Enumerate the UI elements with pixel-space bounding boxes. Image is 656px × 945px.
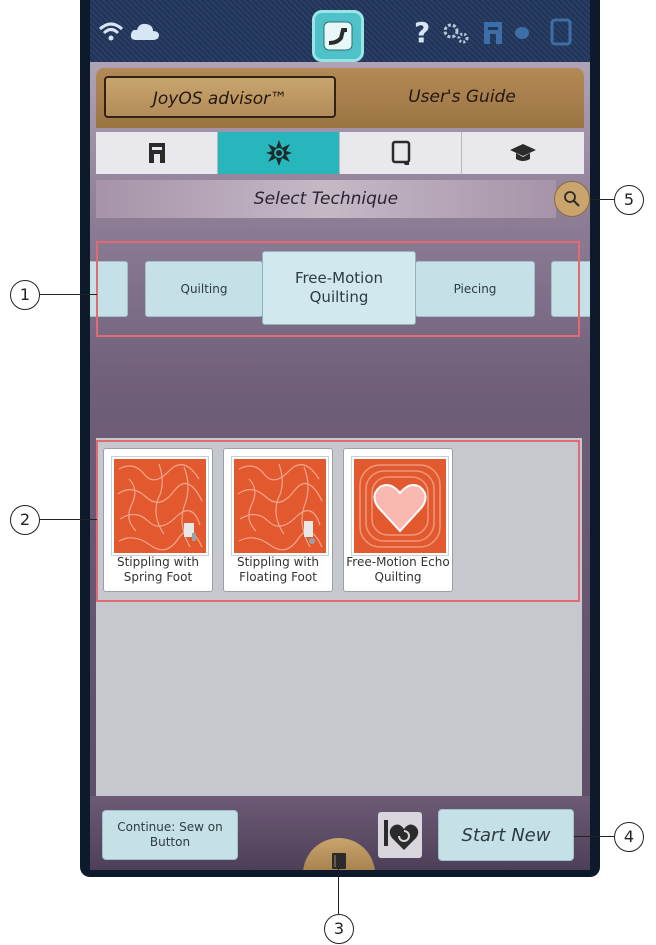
wifi-icon [98,22,124,41]
graduation-cap-icon [510,144,536,161]
home-button[interactable] [312,10,364,62]
callout-2: 2 [10,505,40,535]
favorites-button[interactable] [378,812,422,858]
page-title: Select Technique [96,180,556,218]
book-icon [332,853,346,869]
callout-4-leader [574,836,614,837]
home-icon [323,21,353,51]
project-icon [391,140,410,165]
thread-icon[interactable] [514,26,530,40]
machine-icon[interactable] [482,20,504,46]
callout-2-leader [39,519,97,520]
callout-1-leader [39,294,97,295]
tablet-icon[interactable] [550,18,572,46]
category-tabs [96,132,584,174]
tab-project[interactable] [340,132,462,174]
callout-4: 4 [614,822,644,852]
heart-reload-icon [384,820,419,850]
status-bar: ? [90,0,590,62]
screen: ? JoyOS advisor™ User's Guide Select Tec… [90,0,590,870]
callout-3-leader [338,868,339,914]
cloud-icon [130,23,159,40]
tab-learning[interactable] [462,132,584,174]
star-technique-icon [265,140,292,166]
carousel-item-free-motion-quilting[interactable]: Free-Motion Quilting [262,251,416,325]
callout-5-leader [590,199,614,200]
gears-icon[interactable] [442,22,470,44]
mode-tabs: JoyOS advisor™ User's Guide [96,68,584,128]
continue-button[interactable]: Continue: Sew on Button [102,810,238,860]
highlight-technique-cards [96,440,580,602]
start-new-button[interactable]: Start New [438,809,574,861]
callout-5: 5 [614,185,644,215]
tab-machine[interactable] [96,132,218,174]
help-icon[interactable]: ? [414,16,430,49]
search-icon [564,191,580,207]
search-button[interactable] [554,181,590,217]
tab-technique[interactable] [218,132,340,174]
callout-3: 3 [324,914,354,944]
machine-icon [148,143,165,163]
tab-users-guide[interactable]: User's Guide [346,76,578,118]
callout-1: 1 [10,280,40,310]
tab-joyos-advisor[interactable]: JoyOS advisor™ [104,76,336,118]
